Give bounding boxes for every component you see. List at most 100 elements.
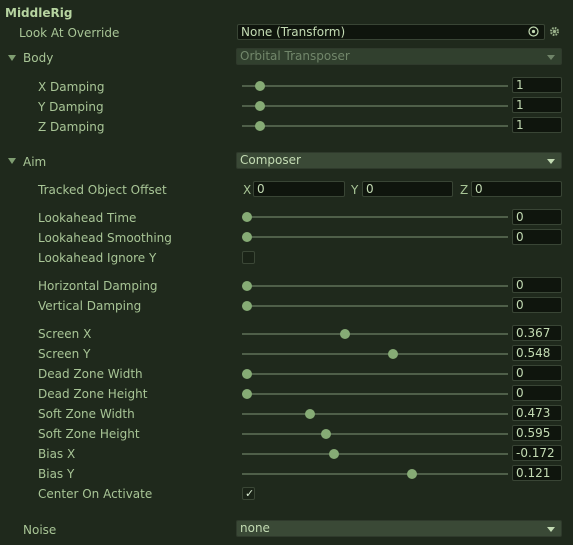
lookahead-time-label: Lookahead Time — [38, 211, 137, 225]
lookahead-smoothing-field[interactable]: 0 — [512, 229, 562, 245]
screen-y-slider[interactable] — [242, 353, 508, 355]
z-damping-value: 1 — [516, 118, 524, 132]
z-damping-slider-thumb[interactable] — [255, 121, 266, 131]
screen-x-field[interactable]: 0.367 — [512, 325, 562, 341]
center-on-activate-label: Center On Activate — [38, 487, 153, 501]
bias-x-slider-thumb[interactable] — [329, 449, 340, 459]
aim-foldout-arrow[interactable] — [8, 158, 16, 164]
screen-x-slider-thumb[interactable] — [339, 329, 350, 339]
dead-zone-height-field[interactable]: 0 — [512, 385, 562, 401]
x-damping-slider-thumb[interactable] — [255, 81, 266, 91]
offset-y-field[interactable]: 0 — [362, 181, 453, 197]
offset-y-label: Y — [351, 183, 359, 197]
inspector-panel: { "title": "MiddleRig", "look_at_overrid… — [0, 0, 573, 545]
soft-zone-width-field[interactable]: 0.473 — [512, 405, 562, 421]
horizontal-damping-slider[interactable] — [242, 285, 508, 287]
vertical-damping-label: Vertical Damping — [38, 299, 142, 313]
lookahead-ignore-y-label: Lookahead Ignore Y — [38, 251, 157, 265]
soft-zone-width-slider[interactable] — [242, 413, 508, 415]
body-mode-dropdown[interactable]: Orbital Transposer — [236, 48, 562, 65]
body-label: Body — [23, 51, 54, 65]
gear-icon[interactable] — [549, 26, 560, 37]
bias-x-slider[interactable] — [242, 453, 508, 455]
vertical-damping-slider-thumb[interactable] — [242, 301, 252, 311]
vertical-damping-slider[interactable] — [242, 305, 508, 307]
bias-x-label: Bias X — [38, 447, 76, 461]
lookahead-time-slider[interactable] — [242, 216, 508, 218]
tracked-offset-label: Tracked Object Offset — [38, 183, 167, 197]
screen-x-slider[interactable] — [242, 333, 508, 335]
lookahead-time-slider-thumb[interactable] — [242, 212, 252, 222]
x-damping-field[interactable]: 1 — [512, 77, 562, 93]
dead-zone-width-slider-thumb[interactable] — [242, 369, 252, 379]
bias-y-label: Bias Y — [38, 467, 75, 481]
lookahead-time-value: 0 — [516, 210, 524, 224]
screen-x-label: Screen X — [38, 327, 92, 341]
horizontal-damping-slider-thumb[interactable] — [242, 281, 252, 291]
soft-zone-height-slider[interactable] — [242, 433, 508, 435]
offset-x-field[interactable]: 0 — [253, 181, 345, 197]
offset-z-label: Z — [460, 183, 469, 197]
bias-y-slider[interactable] — [242, 473, 508, 475]
noise-label: Noise — [23, 523, 57, 537]
vertical-damping-field[interactable]: 0 — [512, 297, 562, 313]
screen-x-value: 0.367 — [516, 326, 551, 340]
screen-y-field[interactable]: 0.548 — [512, 345, 562, 361]
soft-zone-height-slider-thumb[interactable] — [321, 429, 332, 439]
lookahead-smoothing-slider-thumb[interactable] — [242, 232, 252, 242]
lookahead-ignore-y-checkbox[interactable] — [242, 251, 255, 264]
x-damping-slider[interactable] — [242, 85, 508, 87]
lookahead-time-field[interactable]: 0 — [512, 209, 562, 225]
soft-zone-height-field[interactable]: 0.595 — [512, 425, 562, 441]
y-damping-value: 1 — [516, 98, 524, 112]
bias-y-field[interactable]: 0.121 — [512, 465, 562, 481]
offset-y-value: 0 — [366, 182, 374, 196]
target-icon[interactable] — [528, 26, 539, 37]
bias-x-field[interactable]: -0.172 — [512, 445, 562, 461]
dead-zone-height-slider[interactable] — [242, 393, 508, 395]
dead-zone-width-field[interactable]: 0 — [512, 365, 562, 381]
horizontal-damping-field[interactable]: 0 — [512, 277, 562, 293]
z-damping-field[interactable]: 1 — [512, 117, 562, 133]
chevron-down-icon — [547, 55, 555, 60]
offset-x-value: 0 — [257, 182, 265, 196]
offset-x-label: X — [243, 183, 252, 197]
aim-mode-value: Composer — [240, 153, 301, 167]
rig-title: MiddleRig — [5, 6, 73, 20]
soft-zone-width-value: 0.473 — [516, 406, 551, 420]
center-on-activate-checkbox[interactable]: ✓ — [242, 487, 255, 500]
look-at-override-label: Look At Override — [19, 26, 120, 40]
z-damping-label: Z Damping — [38, 120, 105, 134]
dead-zone-width-slider[interactable] — [242, 373, 508, 375]
bias-y-slider-thumb[interactable] — [407, 469, 418, 479]
body-mode-value: Orbital Transposer — [240, 49, 350, 63]
x-damping-value: 1 — [516, 78, 524, 92]
bias-x-value: -0.172 — [516, 446, 555, 460]
look-at-override-field[interactable]: None (Transform) — [237, 24, 545, 40]
horizontal-damping-value: 0 — [516, 278, 524, 292]
dead-zone-height-slider-thumb[interactable] — [242, 389, 252, 399]
soft-zone-width-slider-thumb[interactable] — [305, 409, 316, 419]
noise-dropdown[interactable]: none — [236, 520, 562, 537]
chevron-down-icon — [547, 527, 555, 532]
screen-y-slider-thumb[interactable] — [387, 349, 398, 359]
noise-value: none — [240, 521, 270, 535]
dead-zone-width-label: Dead Zone Width — [38, 367, 143, 381]
body-foldout-arrow[interactable] — [8, 55, 16, 61]
aim-mode-dropdown[interactable]: Composer — [236, 152, 562, 169]
offset-z-field[interactable]: 0 — [471, 181, 562, 197]
x-damping-label: X Damping — [38, 80, 105, 94]
y-damping-slider-thumb[interactable] — [255, 101, 266, 111]
soft-zone-height-value: 0.595 — [516, 426, 551, 440]
y-damping-label: Y Damping — [38, 100, 104, 114]
soft-zone-width-label: Soft Zone Width — [38, 407, 135, 421]
y-damping-slider[interactable] — [242, 105, 508, 107]
screen-y-value: 0.548 — [516, 346, 551, 360]
aim-label: Aim — [23, 155, 47, 169]
look-at-override-value: None (Transform) — [241, 25, 346, 39]
y-damping-field[interactable]: 1 — [512, 97, 562, 113]
lookahead-smoothing-slider[interactable] — [242, 236, 508, 238]
checkmark-icon: ✓ — [245, 487, 255, 500]
soft-zone-height-label: Soft Zone Height — [38, 427, 140, 441]
z-damping-slider[interactable] — [242, 125, 508, 127]
